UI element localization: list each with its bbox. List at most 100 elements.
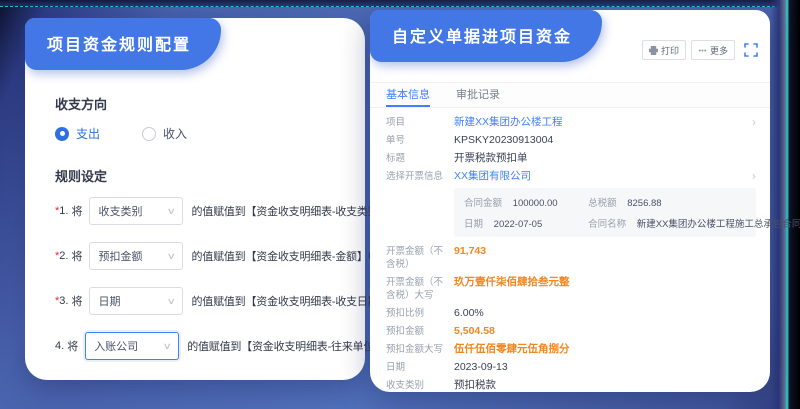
- direction-section-label: 收支方向: [55, 94, 347, 113]
- rule-field-select-2[interactable]: 预扣金额 ∨: [89, 242, 183, 270]
- project-link[interactable]: 新建XX集团办公楼工程: [454, 116, 563, 129]
- field-label: 收支类别: [386, 379, 448, 392]
- invoice-company-link[interactable]: XX集团有限公司: [454, 170, 531, 183]
- rule-field-select-4[interactable]: 入账公司 ∨: [85, 332, 179, 360]
- rule-number: 1.: [59, 205, 68, 217]
- rule-verb: 将: [67, 338, 78, 354]
- radio-selected-icon: [55, 127, 69, 141]
- rule-number: 2.: [59, 250, 68, 262]
- rule-config-panel-title: 项目资金规则配置: [25, 18, 221, 70]
- withhold-amount-caps-value: 伍仟伍佰零肆元伍角捌分: [454, 343, 570, 356]
- field-label: 预扣比例: [386, 307, 448, 320]
- tab-basic-info[interactable]: 基本信息: [386, 83, 430, 107]
- more-icon: [698, 46, 707, 55]
- decorative-top-edge: [0, 0, 800, 7]
- rule-verb: 将: [71, 293, 82, 309]
- date-value: 2023-09-13: [454, 361, 508, 374]
- decorative-right-edge: [770, 0, 800, 409]
- document-panel-title: 自定义单据进项目资金: [370, 10, 602, 62]
- field-row-invoice-amount-caps: 开票金额（不含税）大写 玖万壹仟柒佰肆拾叁元整: [386, 276, 756, 302]
- radio-unselected-icon: [142, 127, 156, 141]
- contract-name-cell: 合同名称 新建XX集团办公楼工程施工总承包合同: [588, 216, 746, 230]
- field-label: 预扣金额: [386, 325, 448, 338]
- invoice-amount-value: 91,743: [454, 245, 486, 258]
- select-value: 收支类别: [98, 203, 142, 219]
- rule-field-select-1[interactable]: 收支类别 ∨: [89, 197, 183, 225]
- chevron-down-icon: ∨: [167, 206, 176, 217]
- chevron-down-icon: ∨: [167, 296, 176, 307]
- select-value: 预扣金额: [98, 248, 142, 264]
- field-row-withhold-amount: 预扣金额 5,504.58: [386, 325, 756, 338]
- field-row-doc-no: 单号 KPSKY20230913004: [386, 134, 756, 147]
- field-row-invoice-info: 选择开票信息 XX集团有限公司 ›: [386, 170, 756, 183]
- field-row-withhold-ratio: 预扣比例 6.00%: [386, 307, 756, 320]
- field-value: KPSKY20230913004: [454, 134, 553, 147]
- direction-radio-group: 支出 收入: [55, 125, 347, 142]
- chevron-down-icon: ∨: [162, 341, 171, 352]
- rules-section-label: 规则设定: [55, 166, 347, 185]
- rule-suffix: 的值赋值到【资金收支明细表-收支日期】中: [191, 293, 400, 309]
- rule-row-1: * 1. 将 收支类别 ∨ 的值赋值到【资金收支明细表-收支类别】中: [55, 197, 347, 225]
- contract-date-cell: 日期 2022-07-05: [464, 216, 588, 230]
- field-label: 单号: [386, 134, 448, 147]
- contract-date-label: 日期: [464, 219, 483, 230]
- print-button[interactable]: 打印: [642, 40, 686, 60]
- rule-number: 4.: [55, 340, 64, 352]
- field-value: 开票税款预扣单: [454, 152, 528, 165]
- field-label: 开票金额（不含税）大写: [386, 276, 448, 302]
- field-row-withhold-amount-caps: 预扣金额大写 伍仟伍佰零肆元伍角捌分: [386, 343, 756, 356]
- field-label: 开票金额（不含税）: [386, 245, 448, 271]
- field-row-project: 项目 新建XX集团办公楼工程 ›: [386, 116, 756, 129]
- withhold-ratio-value: 6.00%: [454, 307, 484, 320]
- chevron-down-icon: ∨: [167, 251, 176, 262]
- field-label: 预扣金额大写: [386, 343, 448, 356]
- tab-strip: 基本信息 审批记录: [370, 82, 770, 108]
- field-label: 选择开票信息: [386, 170, 448, 183]
- contract-date-value: 2022-07-05: [494, 219, 543, 230]
- chevron-right-icon[interactable]: ›: [752, 170, 756, 183]
- document-detail-panel: 自定义单据进项目资金 打印 更多 基本信息 审批记录 项目 新建XX集团办公楼工…: [370, 10, 770, 392]
- field-row-date: 日期 2023-09-13: [386, 361, 756, 374]
- document-fields: 项目 新建XX集团办公楼工程 › 单号 KPSKY20230913004 标题 …: [370, 108, 770, 392]
- contract-name-label: 合同名称: [588, 219, 626, 230]
- document-toolbar: 打印 更多: [642, 40, 758, 60]
- select-value: 入账公司: [94, 338, 138, 354]
- rule-row-4: 4. 将 入账公司 ∨ 的值赋值到【资金收支明细表-往来单位】中: [55, 332, 347, 360]
- contract-tax-cell: 总税额 8256.88: [588, 195, 746, 209]
- field-label: 项目: [386, 116, 448, 129]
- field-label: 日期: [386, 361, 448, 374]
- rule-suffix: 的值赋值到【资金收支明细表-金额】中: [191, 248, 378, 264]
- field-label: 标题: [386, 152, 448, 165]
- print-icon: [649, 46, 658, 55]
- contract-tax-value: 8256.88: [627, 198, 661, 209]
- tab-approval-record[interactable]: 审批记录: [456, 83, 500, 107]
- contract-summary-box: 合同金额 100000.00 总税额 8256.88 日期 2022-07-05…: [454, 188, 756, 237]
- contract-amount-value: 100000.00: [513, 198, 558, 209]
- rule-verb: 将: [71, 248, 82, 264]
- print-button-label: 打印: [661, 44, 679, 57]
- rule-field-select-3[interactable]: 日期 ∨: [89, 287, 183, 315]
- contract-amount-label: 合同金额: [464, 198, 502, 209]
- contract-name-value: 新建XX集团办公楼工程施工总承包合同: [637, 219, 800, 230]
- withhold-amount-value: 5,504.58: [454, 325, 495, 338]
- rule-number: 3.: [59, 295, 68, 307]
- field-row-invoice-amount: 开票金额（不含税） 91,743: [386, 245, 756, 271]
- rule-config-panel: 项目资金规则配置 收支方向 支出 收入 规则设定 * 1. 将 收支类别 ∨ 的…: [25, 18, 365, 380]
- rule-row-2: * 2. 将 预扣金额 ∨ 的值赋值到【资金收支明细表-金额】中: [55, 242, 347, 270]
- category-value: 预扣税款: [454, 379, 496, 392]
- radio-label-expense: 支出: [76, 125, 100, 142]
- more-button-label: 更多: [710, 44, 728, 57]
- field-row-title: 标题 开票税款预扣单: [386, 152, 756, 165]
- radio-option-expense[interactable]: 支出: [55, 125, 100, 142]
- radio-label-income: 收入: [163, 125, 187, 142]
- chevron-right-icon[interactable]: ›: [752, 116, 756, 129]
- rule-row-3: * 3. 将 日期 ∨ 的值赋值到【资金收支明细表-收支日期】中: [55, 287, 347, 315]
- rule-verb: 将: [71, 203, 82, 219]
- fullscreen-button[interactable]: [744, 43, 758, 57]
- more-button[interactable]: 更多: [691, 40, 735, 60]
- contract-amount-cell: 合同金额 100000.00: [464, 195, 588, 209]
- radio-option-income[interactable]: 收入: [142, 125, 187, 142]
- rule-suffix: 的值赋值到【资金收支明细表-往来单位】中: [187, 338, 396, 354]
- fullscreen-icon: [744, 43, 758, 57]
- select-value: 日期: [98, 293, 120, 309]
